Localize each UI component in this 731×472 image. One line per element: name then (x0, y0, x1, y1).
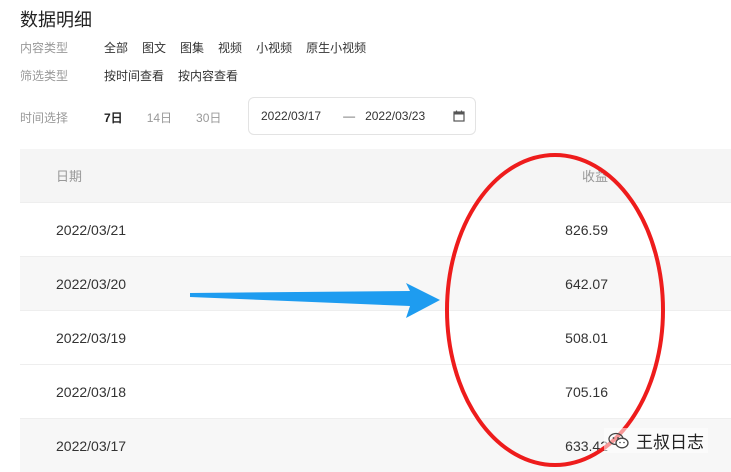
table-header: 日期 收益 (20, 149, 731, 202)
row-date: 2022/03/19 (56, 329, 127, 346)
time-select-row: 时间选择 7日 14日 30日 2022/03/17 — 2022/03/23 (20, 97, 476, 137)
filter-type-filter: 筛选类型 按时间查看 按内容查看 (20, 65, 252, 85)
row-date: 2022/03/17 (56, 437, 127, 454)
watermark: 王叔日志 (604, 428, 708, 453)
table-row: 2022/03/21 826.59 (20, 202, 731, 256)
filter-type-label: 筛选类型 (20, 68, 69, 83)
time-tab-30d[interactable]: 30日 (196, 109, 221, 126)
content-type-filter: 内容类型 全部 图文 图集 视频 小视频 原生小视频 (20, 37, 380, 57)
row-date: 2022/03/18 (56, 383, 127, 400)
row-income: 633.42 (565, 437, 608, 454)
time-select-label: 时间选择 (20, 110, 69, 125)
date-range-end[interactable]: 2022/03/23 (365, 109, 425, 123)
row-income: 826.59 (565, 221, 608, 238)
content-type-option-short-video[interactable]: 小视频 (256, 39, 292, 56)
column-header-date: 日期 (56, 169, 83, 184)
calendar-icon[interactable] (453, 110, 465, 122)
content-type-label: 内容类型 (20, 40, 69, 55)
column-header-income: 收益 (581, 169, 608, 184)
wechat-icon (608, 432, 629, 448)
date-range-picker[interactable]: 2022/03/17 — 2022/03/23 (248, 97, 476, 135)
row-income: 508.01 (565, 329, 608, 346)
row-date: 2022/03/20 (56, 275, 127, 292)
row-date: 2022/03/21 (56, 221, 127, 238)
date-range-start[interactable]: 2022/03/17 (261, 109, 321, 123)
time-tab-14d[interactable]: 14日 (147, 109, 172, 126)
content-type-option-all[interactable]: 全部 (104, 39, 128, 56)
time-tab-7d[interactable]: 7日 (104, 109, 123, 126)
date-range-separator: — (343, 109, 356, 123)
content-type-option-article[interactable]: 图文 (142, 39, 166, 56)
filter-type-option-by-content[interactable]: 按内容查看 (178, 67, 238, 84)
table-row: 2022/03/20 642.07 (20, 256, 731, 310)
watermark-text: 王叔日志 (636, 433, 704, 452)
filter-type-option-by-time[interactable]: 按时间查看 (104, 67, 164, 84)
row-income: 642.07 (565, 275, 608, 292)
page-title: 数据明细 (20, 10, 92, 30)
content-type-option-video[interactable]: 视频 (218, 39, 242, 56)
data-table: 日期 收益 2022/03/21 826.59 2022/03/20 642.0… (20, 149, 731, 472)
table-row: 2022/03/18 705.16 (20, 364, 731, 418)
content-type-option-gallery[interactable]: 图集 (180, 39, 204, 56)
table-row: 2022/03/19 508.01 (20, 310, 731, 364)
content-type-option-native-short-video[interactable]: 原生小视频 (306, 39, 366, 56)
row-income: 705.16 (565, 383, 608, 400)
